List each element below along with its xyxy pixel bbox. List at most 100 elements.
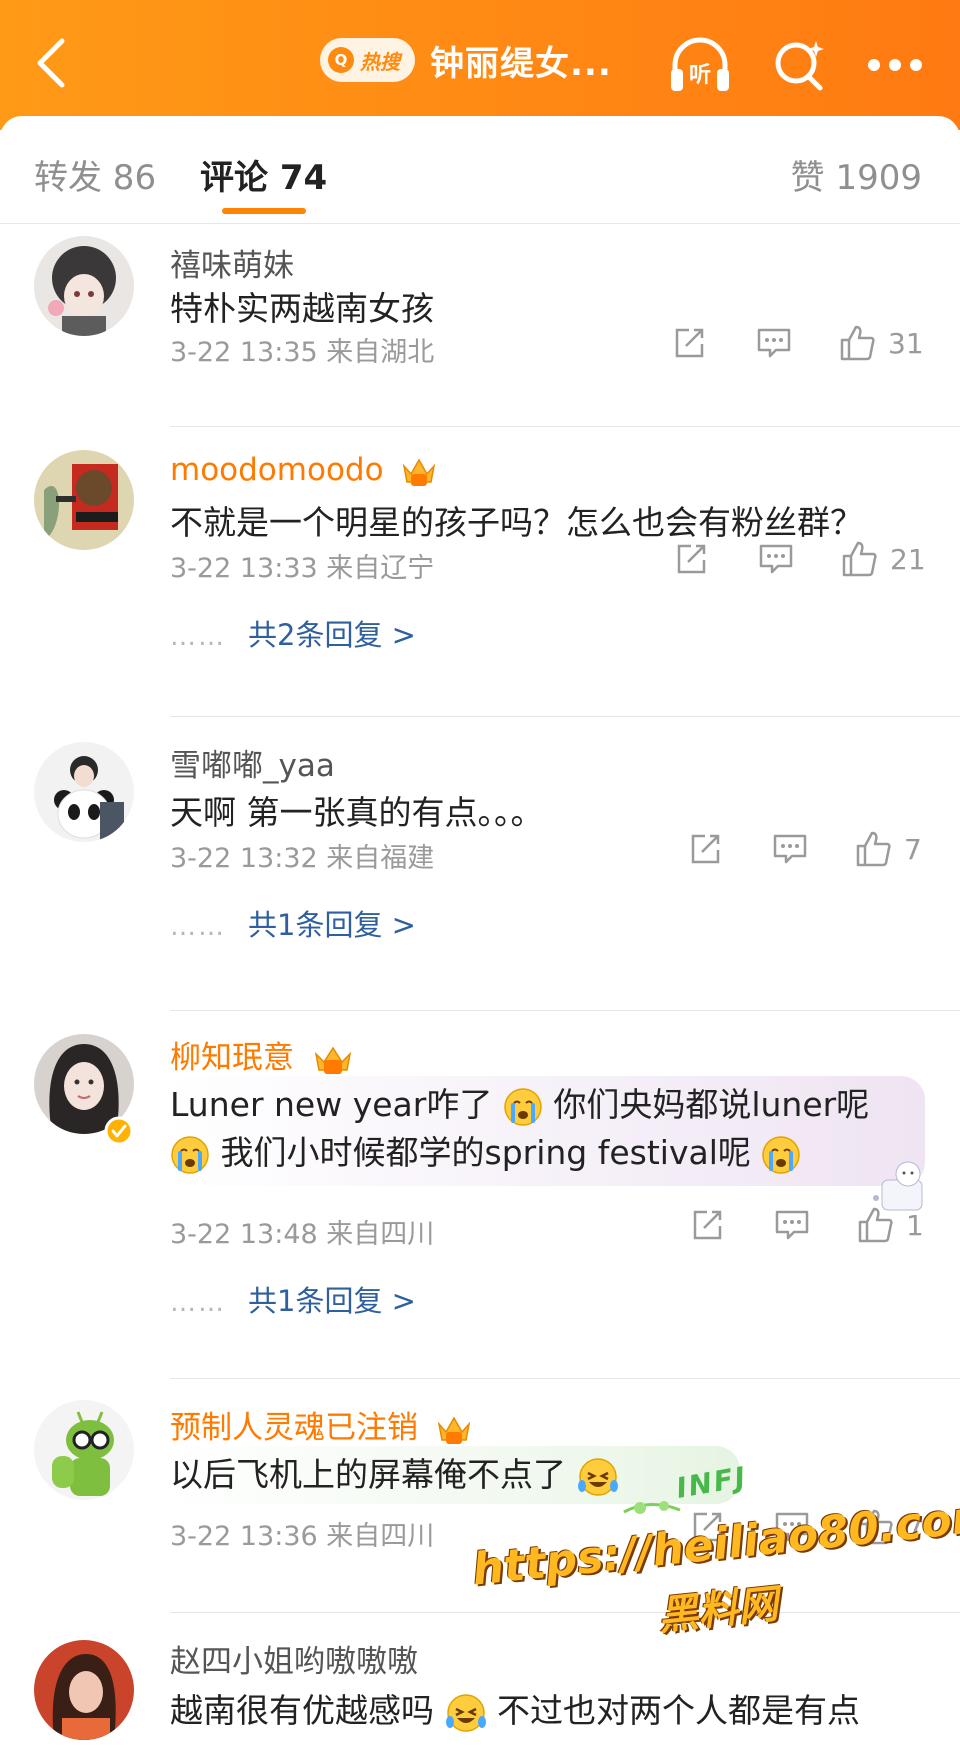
like-icon <box>842 541 877 577</box>
comment-text-line-2: 我们小时候都学的spring festival呢 <box>170 1126 801 1180</box>
listen-button[interactable]: 听 <box>665 30 735 100</box>
author-name: moodomoodo <box>170 452 384 488</box>
like-count: 31 <box>888 326 924 360</box>
crying-emoji-icon <box>504 1087 542 1126</box>
comment-text: 特朴实两越南女孩 <box>170 289 434 328</box>
listen-label: 听 <box>689 63 711 88</box>
crown-icon <box>437 1415 471 1444</box>
like-count: 1 <box>906 1208 924 1242</box>
comment-meta: 3-22 13:36 来自四川 <box>170 1521 435 1552</box>
watermark-site-name: 黑料网 <box>656 1581 781 1640</box>
comment-text-part: Luner new year咋了 <box>170 1085 493 1124</box>
crying-emoji-icon <box>171 1135 209 1174</box>
reply-dots: …… <box>170 912 226 942</box>
search-button[interactable] <box>765 30 835 100</box>
share-button[interactable] <box>674 542 708 576</box>
comment-text-part: 我们小时候都学的spring festival呢 <box>220 1133 751 1172</box>
comment-icon <box>757 328 791 358</box>
crown-icon <box>403 457 436 486</box>
comment-author[interactable]: moodomoodo <box>170 452 437 488</box>
like-count: 21 <box>890 542 926 576</box>
view-replies-link[interactable]: …… 共1条回复 > <box>170 902 416 944</box>
tab-comments[interactable]: 评论 74 <box>200 150 327 199</box>
avatar[interactable] <box>34 450 134 550</box>
view-replies-link[interactable]: …… 共2条回复 > <box>170 612 416 654</box>
laughing-crying-emoji-icon <box>577 1457 618 1496</box>
divider <box>170 426 960 427</box>
back-button[interactable] <box>22 28 82 98</box>
share-button[interactable] <box>690 1208 724 1242</box>
comment-icon <box>759 544 793 574</box>
reply-button[interactable] <box>772 832 808 866</box>
comment-meta: 3-22 13:48 来自四川 <box>170 1219 435 1250</box>
hot-search-label: 热搜 <box>360 49 400 74</box>
verified-icon <box>104 1116 134 1146</box>
listen-icon: 听 <box>671 37 729 91</box>
tab-reposts[interactable]: 转发 86 <box>34 150 156 199</box>
comment-author[interactable]: 柳知珉意 <box>170 1032 354 1077</box>
comment-text: 以后飞机上的屏幕俺不点了 <box>170 1448 619 1502</box>
like-button[interactable]: 31 <box>838 324 924 362</box>
infj-sticker: INFJ <box>620 1460 750 1520</box>
divider <box>170 716 960 717</box>
share-icon <box>691 834 720 864</box>
comment-text-part: 不过也对两个人都是有点 <box>497 1691 860 1730</box>
watermark: https://heiliao80.com 黑料网 <box>470 1490 960 1674</box>
search-icon <box>775 41 824 91</box>
like-icon <box>856 831 891 867</box>
comment-author[interactable]: 预制人灵魂已注销 <box>170 1402 472 1447</box>
reply-dots: …… <box>170 622 226 652</box>
divider <box>170 1010 960 1011</box>
reply-button[interactable] <box>758 542 794 576</box>
replies-label: 共1条回复 > <box>248 1284 416 1318</box>
replies-label: 共2条回复 > <box>248 618 416 652</box>
author-name: 预制人灵魂已注销 <box>170 1410 418 1446</box>
active-tab-indicator <box>222 208 306 214</box>
like-icon <box>840 325 875 361</box>
top-bar: Q 热搜 钟丽缇女... 听 <box>0 0 960 130</box>
share-button[interactable] <box>672 326 706 360</box>
avatar[interactable] <box>34 742 134 842</box>
like-button[interactable]: 1 <box>856 1206 924 1244</box>
share-icon <box>693 1210 722 1240</box>
like-button[interactable]: 7 <box>854 830 922 868</box>
comment-author[interactable]: 雪嘟嘟_yaa <box>170 740 335 785</box>
reply-button[interactable] <box>774 1208 810 1242</box>
comment-text-part: 越南很有优越感吗 <box>170 1691 434 1730</box>
comment-text-part: 以后飞机上的屏幕俺不点了 <box>170 1455 566 1494</box>
page-title[interactable]: 钟丽缇女... <box>430 36 612 85</box>
share-icon <box>675 328 704 358</box>
share-button[interactable] <box>688 832 722 866</box>
comment-icon <box>773 834 807 864</box>
more-icon <box>868 59 922 71</box>
comment-text: 天啊 第一张真的有点。。。 <box>170 793 544 832</box>
crying-emoji-icon <box>762 1135 801 1174</box>
hot-search-badge[interactable]: Q 热搜 <box>320 38 415 82</box>
comment-text: 越南很有优越感吗 不过也对两个人都是有点 <box>170 1684 860 1738</box>
crown-icon <box>314 1046 352 1074</box>
comment-meta: 3-22 13:32 来自福建 <box>170 843 435 874</box>
like-icon <box>858 1207 893 1243</box>
like-button[interactable]: 21 <box>840 540 926 578</box>
comment-author[interactable]: 赵四小姐哟嗷嗷嗷 <box>170 1636 418 1681</box>
comment-text-line-1: Luner new year咋了 你们央妈都说luner呢 <box>170 1078 869 1132</box>
share-icon <box>677 544 706 574</box>
comment-author[interactable]: 禧味萌妹 <box>170 240 294 285</box>
author-name: 柳知珉意 <box>170 1040 294 1076</box>
more-button[interactable] <box>860 30 930 100</box>
reply-dots: …… <box>170 1288 226 1318</box>
comment-meta: 3-22 13:33 来自辽宁 <box>170 553 435 584</box>
divider <box>170 1378 960 1379</box>
search-small-icon: Q <box>328 47 354 73</box>
avatar[interactable] <box>34 236 134 336</box>
comment-text-part: 你们央妈都说luner呢 <box>553 1085 870 1124</box>
avatar[interactable] <box>34 1400 134 1500</box>
like-count: 7 <box>904 832 922 866</box>
avatar[interactable] <box>34 1640 134 1740</box>
reply-button[interactable] <box>756 326 792 360</box>
view-replies-link[interactable]: …… 共1条回复 > <box>170 1278 416 1320</box>
comment-icon <box>775 1210 809 1240</box>
comment-meta: 3-22 13:35 来自湖北 <box>170 337 435 368</box>
tab-strip: 转发 86 评论 74 赞 1909 <box>0 116 960 224</box>
tab-likes[interactable]: 赞 1909 <box>791 150 922 199</box>
